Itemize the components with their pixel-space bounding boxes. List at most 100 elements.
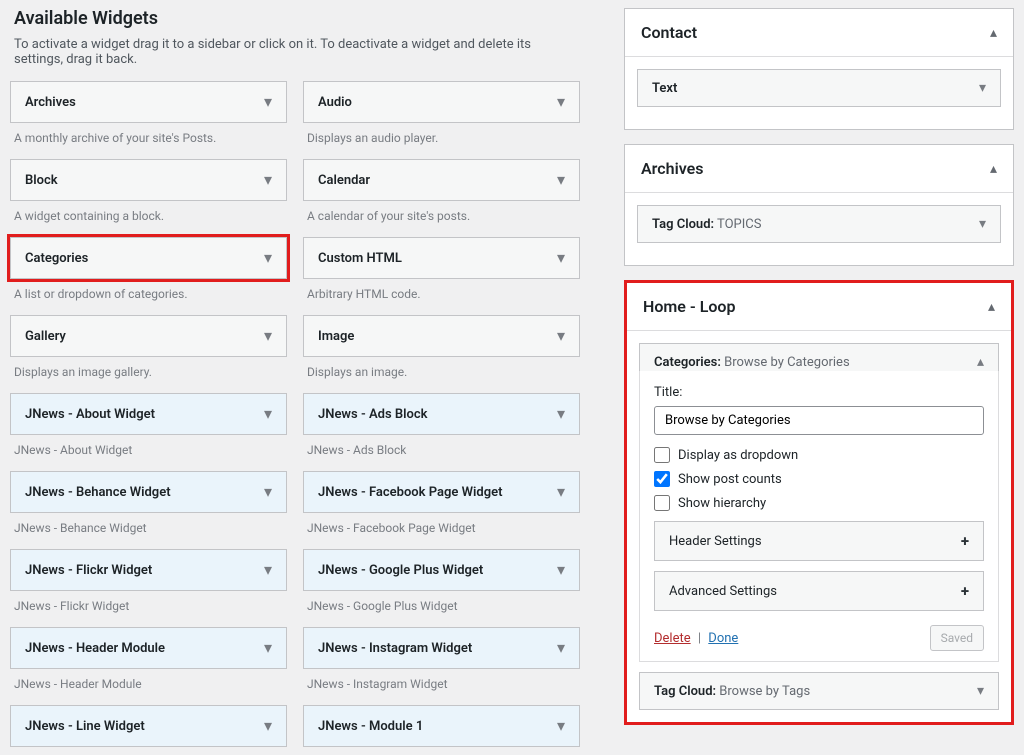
widget-label: Calendar [318, 173, 370, 188]
widget-label: JNews - About Widget [25, 407, 155, 422]
chevron-down-icon: ▾ [557, 406, 565, 422]
widget-jnews-ads-block[interactable]: JNews - Ads Block ▾ [303, 393, 580, 435]
widget-description: Arbitrary HTML code. [303, 279, 580, 307]
sidebar-area-title: Contact [641, 23, 697, 42]
chevron-down-icon: ▾ [264, 562, 272, 578]
display-as-dropdown-label: Display as dropdown [678, 448, 798, 463]
chevron-down-icon: ▾ [979, 216, 986, 232]
chevron-up-icon: ▴ [990, 161, 997, 177]
widget-label: Archives [25, 95, 76, 110]
widget-label: Image [318, 329, 354, 344]
widget-label: JNews - Flickr Widget [25, 563, 152, 578]
chevron-up-icon: ▴ [977, 354, 984, 370]
widget-label: Custom HTML [318, 251, 402, 266]
widget-label: JNews - Instagram Widget [318, 641, 472, 656]
chevron-down-icon: ▾ [977, 683, 984, 699]
chevron-down-icon: ▾ [557, 250, 565, 266]
widget-label: Gallery [25, 329, 66, 344]
widget-jnews-about[interactable]: JNews - About Widget ▾ [10, 393, 287, 435]
widget-label: Block [25, 173, 58, 188]
widget-instance-label: Tag Cloud: TOPICS [652, 217, 761, 232]
widget-instance-label: Tag Cloud: Browse by Tags [654, 684, 810, 699]
widget-label: JNews - Header Module [25, 641, 165, 656]
chevron-down-icon: ▾ [979, 80, 986, 96]
chevron-down-icon: ▾ [557, 94, 565, 110]
chevron-down-icon: ▾ [557, 484, 565, 500]
advanced-settings-accordion[interactable]: Advanced Settings + [654, 571, 984, 611]
widget-description: JNews - Google Plus Widget [303, 591, 580, 619]
chevron-down-icon: ▾ [264, 484, 272, 500]
widget-instance-label: Text [652, 81, 677, 96]
sidebar-area-home-loop: Home - Loop ▴ Categories: Browse by Cate… [624, 280, 1014, 725]
widget-description: A list or dropdown of categories. [10, 279, 287, 307]
widget-description: JNews - Behance Widget [10, 513, 287, 541]
widget-description: Displays an audio player. [303, 123, 580, 151]
accordion-label: Header Settings [669, 534, 762, 549]
widget-description: A widget containing a block. [10, 201, 287, 229]
chevron-down-icon: ▾ [264, 406, 272, 422]
sidebar-area-archives: Archives ▴ Tag Cloud: TOPICS ▾ [624, 144, 1014, 266]
widget-jnews-behance[interactable]: JNews - Behance Widget ▾ [10, 471, 287, 513]
widget-audio[interactable]: Audio ▾ [303, 81, 580, 123]
title-field-label: Title: [654, 385, 984, 400]
sidebar-widget-text[interactable]: Text ▾ [637, 69, 1001, 107]
sidebar-area-toggle[interactable]: Contact ▴ [625, 9, 1013, 56]
widget-description: JNews - Instagram Widget [303, 669, 580, 697]
chevron-down-icon: ▾ [264, 640, 272, 656]
widget-description: JNews - Flickr Widget [10, 591, 287, 619]
sidebar-area-toggle[interactable]: Home - Loop ▴ [627, 283, 1011, 330]
widget-jnews-module-1[interactable]: JNews - Module 1 ▾ [303, 705, 580, 747]
widget-description: Displays an image. [303, 357, 580, 385]
widget-action-links: Delete | Done [654, 631, 738, 646]
chevron-up-icon: ▴ [990, 25, 997, 41]
widget-jnews-line[interactable]: JNews - Line Widget ▾ [10, 705, 287, 747]
sidebar-area-toggle[interactable]: Archives ▴ [625, 145, 1013, 192]
widget-jnews-facebook[interactable]: JNews - Facebook Page Widget ▾ [303, 471, 580, 513]
done-link[interactable]: Done [708, 631, 738, 646]
show-post-counts-checkbox[interactable] [654, 471, 670, 487]
widget-categories[interactable]: Categories ▾ [10, 237, 287, 279]
widget-label: JNews - Ads Block [318, 407, 427, 422]
show-hierarchy-checkbox[interactable] [654, 495, 670, 511]
available-widgets-title: Available Widgets [10, 8, 580, 29]
chevron-down-icon: ▾ [264, 250, 272, 266]
delete-link[interactable]: Delete [654, 631, 691, 646]
widget-calendar[interactable]: Calendar ▾ [303, 159, 580, 201]
widget-description: JNews - Ads Block [303, 435, 580, 463]
widget-description: JNews - Header Module [10, 669, 287, 697]
sidebar-widget-tagcloud[interactable]: Tag Cloud: TOPICS ▾ [637, 205, 1001, 243]
header-settings-accordion[interactable]: Header Settings + [654, 521, 984, 561]
plus-icon: + [961, 532, 969, 550]
widget-jnews-google-plus[interactable]: JNews - Google Plus Widget ▾ [303, 549, 580, 591]
chevron-down-icon: ▾ [557, 718, 565, 734]
widget-archives[interactable]: Archives ▾ [10, 81, 287, 123]
widget-custom-html[interactable]: Custom HTML ▾ [303, 237, 580, 279]
chevron-down-icon: ▾ [264, 94, 272, 110]
sidebar-areas-panel: Contact ▴ Text ▾ Archives ▴ Tag Cloud: T… [624, 8, 1014, 747]
separator: | [698, 631, 701, 646]
chevron-down-icon: ▾ [264, 328, 272, 344]
widget-label: Audio [318, 95, 352, 110]
widget-description: A monthly archive of your site's Posts. [10, 123, 287, 151]
chevron-up-icon: ▴ [988, 299, 995, 315]
accordion-label: Advanced Settings [669, 584, 777, 599]
chevron-down-icon: ▾ [557, 328, 565, 344]
chevron-down-icon: ▾ [264, 718, 272, 734]
widget-jnews-instagram[interactable]: JNews - Instagram Widget ▾ [303, 627, 580, 669]
widget-image[interactable]: Image ▾ [303, 315, 580, 357]
display-as-dropdown-checkbox[interactable] [654, 447, 670, 463]
widget-label: JNews - Behance Widget [25, 485, 171, 500]
sidebar-widget-tagcloud[interactable]: Tag Cloud: Browse by Tags ▾ [639, 672, 999, 710]
chevron-down-icon: ▾ [557, 172, 565, 188]
widget-label: JNews - Module 1 [318, 719, 423, 734]
widget-jnews-header-module[interactable]: JNews - Header Module ▾ [10, 627, 287, 669]
plus-icon: + [961, 582, 969, 600]
title-input[interactable] [654, 406, 984, 435]
widget-gallery[interactable]: Gallery ▾ [10, 315, 287, 357]
widget-jnews-flickr[interactable]: JNews - Flickr Widget ▾ [10, 549, 287, 591]
widget-label: JNews - Line Widget [25, 719, 145, 734]
widget-instance-label: Categories: Browse by Categories [654, 355, 850, 370]
widget-block[interactable]: Block ▾ [10, 159, 287, 201]
widget-description: JNews - Facebook Page Widget [303, 513, 580, 541]
widget-label: JNews - Google Plus Widget [318, 563, 483, 578]
